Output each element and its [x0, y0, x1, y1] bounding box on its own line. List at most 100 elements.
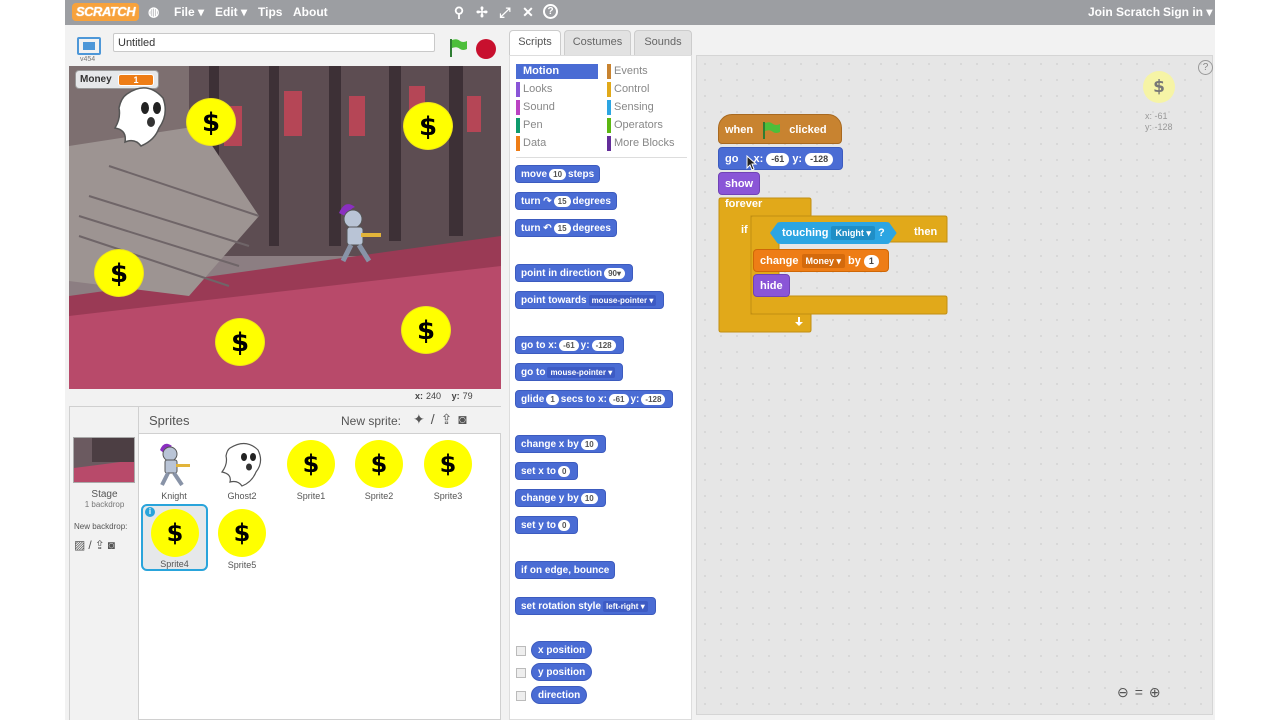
change-money-block[interactable]: change Money ▾ by 1	[753, 249, 889, 272]
block-change-x[interactable]: change x by 10	[515, 435, 606, 453]
y-field[interactable]: -128	[805, 153, 834, 166]
block-set-y[interactable]: set y to 0	[515, 516, 579, 534]
category-pen[interactable]: Pen	[516, 118, 543, 133]
block-turn-left[interactable]: turn ↶ 15 degrees	[515, 219, 617, 237]
glide-secs-field[interactable]: 1	[546, 394, 559, 405]
camera-sprite-icon[interactable]: ◙	[458, 411, 466, 427]
direction-checkbox[interactable]	[516, 691, 526, 701]
change-x-field[interactable]: 10	[580, 439, 598, 450]
menu-edit[interactable]: Edit ▾	[215, 5, 247, 19]
tab-scripts[interactable]: Scripts	[509, 30, 561, 55]
menu-file[interactable]: File ▾	[174, 5, 204, 19]
category-events[interactable]: Events	[607, 64, 648, 79]
block-set-x[interactable]: set x to 0	[515, 462, 579, 480]
block-go-to[interactable]: go to mouse-pointer ▾	[515, 363, 624, 381]
category-control[interactable]: Control	[607, 82, 649, 97]
stop-icon[interactable]	[476, 39, 496, 59]
backdrop-library-icon[interactable]: ▨	[74, 538, 85, 552]
camera-backdrop-icon[interactable]: ◙	[108, 538, 115, 552]
coin-sprite-2[interactable]: $	[403, 102, 453, 150]
zoom-in-icon[interactable]: ⊕	[1149, 684, 1161, 700]
category-motion[interactable]: Motion	[516, 64, 598, 79]
rotation-style-dropdown[interactable]: left-right ▾	[603, 601, 648, 612]
upload-sprite-icon[interactable]: ⇪	[441, 411, 453, 427]
goto-y-field[interactable]: -128	[591, 340, 616, 351]
block-turn-right[interactable]: turn ↷ 15 degrees	[515, 192, 617, 210]
block-move[interactable]: move 10 steps	[515, 165, 601, 183]
stage[interactable]: Money 1 $ $ $ $ $	[69, 66, 501, 389]
block-change-y[interactable]: change y by 10	[515, 489, 606, 507]
x-position-checkbox[interactable]	[516, 646, 526, 656]
sprite-tile-sprite3[interactable]: $ Sprite3	[416, 437, 480, 501]
go-to-xy-block[interactable]: go x: -61 y: -128	[718, 147, 844, 170]
variable-dropdown[interactable]: Money ▾	[801, 254, 846, 268]
point-towards-dropdown[interactable]: mouse-pointer ▾	[588, 295, 657, 306]
if-label[interactable]: if	[741, 224, 748, 236]
turn-right-field[interactable]: 15	[553, 196, 571, 207]
set-x-field[interactable]: 0	[558, 466, 571, 477]
info-icon[interactable]: i	[145, 507, 155, 517]
knight-sprite[interactable]	[329, 199, 389, 267]
hide-block[interactable]: hide	[753, 274, 790, 297]
touching-knight-block[interactable]: touching Knight ▾?	[770, 222, 897, 244]
block-point-direction[interactable]: point in direction 90▾	[515, 264, 634, 282]
when-flag-clicked-block[interactable]: when clicked	[718, 114, 842, 144]
reporter-direction[interactable]: direction	[531, 686, 588, 704]
zoom-reset-icon[interactable]: =	[1135, 684, 1143, 700]
presentation-mode-icon[interactable]	[77, 37, 101, 55]
paint-sprite-icon[interactable]: /	[431, 411, 435, 427]
reporter-x-position[interactable]: x position	[531, 641, 593, 659]
duplicate-icon[interactable]: ⚲	[451, 4, 467, 20]
category-sensing[interactable]: Sensing	[607, 100, 654, 115]
category-looks[interactable]: Looks	[516, 82, 552, 97]
sprite-tile-sprite2[interactable]: $ Sprite2	[347, 437, 411, 501]
sprite-tile-knight[interactable]: Knight	[142, 437, 206, 501]
y-position-checkbox[interactable]	[516, 668, 526, 678]
scratch-logo[interactable]: SCRATCH	[72, 3, 140, 21]
show-block[interactable]: show	[718, 172, 761, 195]
stage-thumbnail[interactable]	[73, 437, 135, 483]
category-more-blocks[interactable]: More Blocks	[607, 136, 675, 151]
reporter-y-position[interactable]: y position	[531, 663, 593, 681]
zoom-out-icon[interactable]: ⊖	[1117, 684, 1129, 700]
help-icon[interactable]: ?	[543, 4, 558, 19]
script-area[interactable]: $ x: -61 y: -128 when clicked go x: -61 y:…	[696, 55, 1213, 715]
join-scratch-link[interactable]: Join Scratch	[1088, 5, 1160, 19]
menu-about[interactable]: About	[293, 5, 328, 19]
coin-sprite-3[interactable]: $	[94, 249, 144, 297]
forever-label[interactable]: forever	[725, 198, 762, 210]
category-data[interactable]: Data	[516, 136, 546, 151]
block-point-towards[interactable]: point towards mouse-pointer ▾	[515, 291, 665, 309]
cut-icon[interactable]: ✢	[474, 4, 490, 20]
glide-x-field[interactable]: -61	[608, 394, 629, 405]
ghost-sprite[interactable]	[107, 84, 175, 152]
turn-left-field[interactable]: 15	[553, 223, 571, 234]
category-sound[interactable]: Sound	[516, 100, 555, 115]
category-operators[interactable]: Operators	[607, 118, 663, 133]
move-steps-field[interactable]: 10	[549, 169, 567, 180]
sprite-library-icon[interactable]: ✦	[413, 411, 425, 427]
sign-in-link[interactable]: Sign in ▾	[1163, 5, 1212, 19]
coin-sprite-5[interactable]: $	[401, 306, 451, 354]
block-go-to-xy[interactable]: go to x: -61 y: -128	[515, 336, 624, 354]
block-bounce[interactable]: if on edge, bounce	[515, 561, 616, 579]
set-y-field[interactable]: 0	[558, 520, 571, 531]
goto-x-field[interactable]: -61	[559, 340, 579, 351]
touching-dropdown[interactable]: Knight ▾	[831, 226, 875, 240]
shrink-icon[interactable]: ✕	[520, 4, 536, 20]
tab-costumes[interactable]: Costumes	[564, 30, 631, 55]
sprite-tile-sprite4[interactable]: i $ Sprite4	[141, 504, 208, 571]
menu-tips[interactable]: Tips	[258, 5, 282, 19]
coin-sprite-1[interactable]: $	[186, 98, 236, 146]
help-tips-icon[interactable]: ?	[1198, 60, 1213, 75]
x-field[interactable]: -61	[766, 153, 790, 166]
coin-sprite-4[interactable]: $	[215, 318, 265, 366]
by-field[interactable]: 1	[863, 255, 879, 268]
go-to-dropdown[interactable]: mouse-pointer ▾	[547, 367, 616, 378]
paint-backdrop-icon[interactable]: /	[88, 538, 91, 552]
globe-icon[interactable]: ◍	[148, 4, 159, 20]
sprite-tile-sprite1[interactable]: $ Sprite1	[279, 437, 343, 501]
grow-icon[interactable]: ⤢	[497, 4, 513, 20]
sprite-tile-ghost2[interactable]: Ghost2	[210, 437, 274, 501]
direction-field[interactable]: 90▾	[604, 268, 626, 279]
